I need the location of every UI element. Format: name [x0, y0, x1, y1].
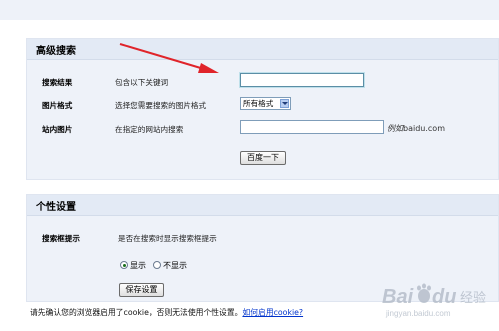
svg-text:du: du	[432, 286, 456, 308]
svg-text:jingyan.baidu.com: jingyan.baidu.com	[385, 309, 451, 318]
svg-text:经验: 经验	[460, 290, 486, 306]
svg-text:Bai: Bai	[382, 286, 414, 308]
baidu-jingyan-watermark: Bai du 经验 jingyan.baidu.com	[382, 283, 486, 318]
